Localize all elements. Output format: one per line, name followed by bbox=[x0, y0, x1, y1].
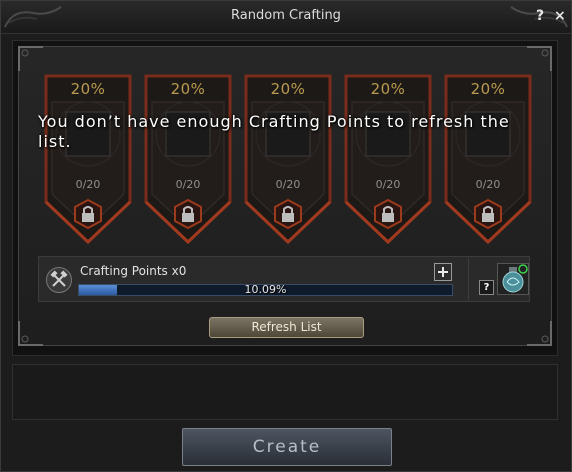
slot-count: 0/20 bbox=[275, 178, 301, 191]
lock-icon bbox=[274, 198, 302, 230]
craft-slot[interactable]: 20% 0/20 bbox=[442, 74, 534, 244]
slot-chance: 20% bbox=[170, 80, 206, 98]
window-title: Random Crafting bbox=[231, 8, 341, 23]
slot-chance: 20% bbox=[470, 80, 506, 98]
craft-slot[interactable]: 20% 0/20 bbox=[342, 74, 434, 244]
crafting-points-label: Crafting Points x0 bbox=[80, 264, 187, 278]
help-button[interactable]: ? bbox=[536, 8, 544, 24]
slot-count: 0/20 bbox=[75, 178, 101, 191]
create-button[interactable]: Create bbox=[182, 428, 392, 466]
lock-icon bbox=[374, 198, 402, 230]
corner-ornament-icon bbox=[18, 46, 43, 71]
progress-percent: 10.09% bbox=[244, 283, 287, 296]
corner-ornament-icon bbox=[527, 321, 552, 346]
slot-chance: 20% bbox=[370, 80, 406, 98]
potion-icon[interactable] bbox=[497, 263, 529, 295]
lock-icon bbox=[74, 198, 102, 230]
lock-icon bbox=[474, 198, 502, 230]
slot-count: 0/20 bbox=[475, 178, 501, 191]
slot-chance: 20% bbox=[70, 80, 106, 98]
craft-slot[interactable]: 20% 0/20 bbox=[42, 74, 134, 244]
slot-count: 0/20 bbox=[175, 178, 201, 191]
crossed-hammers-icon bbox=[46, 267, 72, 293]
divider bbox=[468, 258, 469, 300]
craft-slot[interactable]: 20% 0/20 bbox=[242, 74, 334, 244]
slot-chance: 20% bbox=[270, 80, 306, 98]
refresh-list-button[interactable]: Refresh List bbox=[209, 317, 364, 338]
corner-ornament-icon bbox=[18, 321, 43, 346]
close-button[interactable]: × bbox=[554, 8, 566, 24]
add-crafting-points-button[interactable] bbox=[434, 263, 452, 281]
plus-icon bbox=[438, 267, 448, 277]
lock-icon bbox=[174, 198, 202, 230]
description-box bbox=[12, 364, 558, 420]
notice-message: You don’t have enough Crafting Points to… bbox=[38, 112, 510, 151]
slot-count: 0/20 bbox=[375, 178, 401, 191]
corner-ornament-icon bbox=[527, 46, 552, 71]
crafting-help-button[interactable]: ? bbox=[479, 280, 494, 295]
title-bar[interactable]: Random Crafting ? × bbox=[1, 1, 571, 34]
craft-slot[interactable]: 20% 0/20 bbox=[142, 74, 234, 244]
